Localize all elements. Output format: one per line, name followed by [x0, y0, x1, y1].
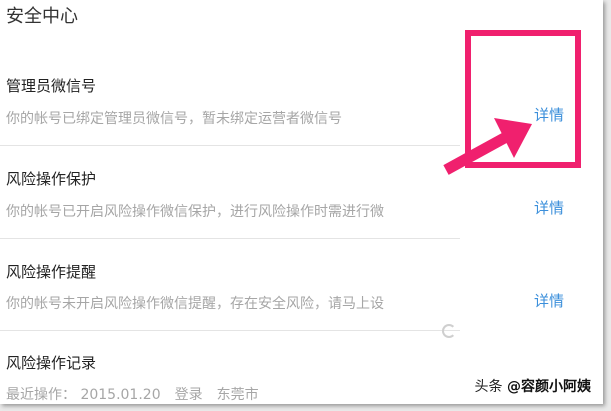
- item-description: 你的帐号已绑定管理员微信号，暂未绑定运营者微信号: [6, 111, 342, 127]
- watermark: 头条 @容颜小阿姨: [475, 376, 591, 396]
- item-description: 你的帐号已开启风险操作微信保护，进行风险操作时需进行微: [6, 204, 384, 220]
- item-title: 风险操作记录: [6, 354, 97, 372]
- item-title: 风险操作提醒: [6, 263, 97, 281]
- item-title: 管理员微信号: [6, 77, 97, 95]
- watermark-prefix: 头条: [474, 379, 503, 395]
- security-center-panel: 安全中心 管理员微信号 你的帐号已绑定管理员微信号，暂未绑定运营者微信号 详情 …: [0, 0, 603, 404]
- page-title: 安全中心: [6, 6, 78, 27]
- item-description: 你的帐号未开启风险操作微信提醒，存在安全风险，请马上设: [6, 296, 384, 312]
- details-link[interactable]: 详情: [534, 197, 564, 218]
- item-title: 风险操作保护: [6, 170, 97, 188]
- pointer-arrow-icon: [443, 118, 532, 175]
- item-description: 最近操作： 2015.01.20 登录 东莞市: [6, 387, 259, 403]
- watermark-name: @容颜小阿姨: [507, 379, 591, 395]
- details-link[interactable]: 详情: [534, 290, 564, 311]
- loading-spinner-icon: [442, 324, 456, 338]
- divider: [0, 330, 460, 331]
- divider: [0, 145, 460, 146]
- divider: [0, 238, 460, 239]
